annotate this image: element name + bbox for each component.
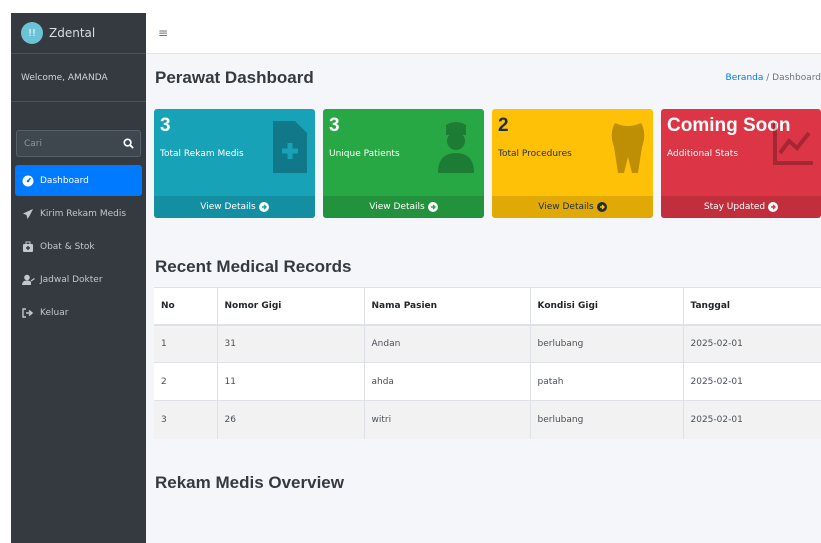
view-details-link[interactable]: View Details (492, 196, 653, 218)
table-cell: 2025-02-01 (682, 400, 821, 439)
table-cell: berlubang (529, 400, 683, 439)
stay-updated-link[interactable]: Stay Updated (661, 196, 821, 218)
sidebar-item-label: Kirim Rekam Medis (40, 208, 127, 219)
user-clock-icon (21, 274, 35, 286)
hamburger-menu-icon[interactable]: ≡ (158, 26, 168, 40)
table-cell: 2 (154, 362, 217, 401)
column-header: Kondisi Gigi (529, 287, 683, 326)
table-cell: 2025-02-01 (682, 362, 821, 401)
search-input[interactable]: Cari (24, 139, 42, 149)
records-table-wrapper: No Nomor Gigi Nama Pasien Kondisi Gigi T… (154, 287, 821, 439)
view-details-link[interactable]: View Details (323, 196, 484, 218)
column-header: Tanggal (682, 287, 821, 326)
stat-box-additional-stats: Coming Soon Additional Stats Stay Update… (661, 109, 821, 218)
table-cell: 26 (216, 400, 364, 439)
stat-box-unique-patients: 3 Unique Patients View Details (323, 109, 484, 218)
sidebar-item-keluar[interactable]: Keluar (15, 297, 142, 328)
stat-box-total-rekam-medis: 3 Total Rekam Medis View Details (154, 109, 315, 218)
overview-title: Rekam Medis Overview (155, 473, 344, 492)
footer-label: View Details (538, 202, 594, 212)
sidebar-item-label: Jadwal Dokter (40, 274, 103, 285)
breadcrumb-current: Dashboard (772, 73, 821, 83)
table-header-row: No Nomor Gigi Nama Pasien Kondisi Gigi T… (154, 287, 821, 326)
top-navbar: ≡ (146, 13, 821, 54)
view-details-link[interactable]: View Details (154, 196, 315, 218)
sidebar-item-dashboard[interactable]: Dashboard (15, 165, 142, 196)
table-cell: witri (363, 400, 530, 439)
sidebar-item-label: Dashboard (40, 175, 89, 186)
sidebar-nav: Dashboard Kirim Rekam Medis Obat & Stok … (11, 165, 146, 328)
content-header: Perawat Dashboard Beranda / Dashboard (155, 68, 821, 88)
sign-out-icon (21, 307, 35, 319)
table-cell: 2025-02-01 (682, 324, 821, 363)
table-row: 1 31 Andan berlubang 2025-02-01 (154, 324, 821, 363)
footer-label: View Details (200, 202, 256, 212)
breadcrumb: Beranda / Dashboard (726, 73, 821, 83)
brand-link[interactable]: !! Zdental (11, 13, 146, 54)
sidebar: !! Zdental Welcome, AMANDA Cari Dashboar… (11, 13, 146, 543)
chart-line-icon (773, 121, 813, 168)
records-table: No Nomor Gigi Nama Pasien Kondisi Gigi T… (154, 287, 821, 439)
user-nurse-icon (436, 121, 476, 176)
arrow-circle-right-icon (427, 202, 438, 212)
page-title: Perawat Dashboard (155, 68, 314, 87)
table-cell: ahda (363, 362, 530, 401)
column-header: No (154, 287, 217, 326)
sidebar-item-jadwal-dokter[interactable]: Jadwal Dokter (15, 264, 142, 295)
table-row: 3 26 witri berlubang 2025-02-01 (154, 400, 821, 439)
tachometer-icon (21, 175, 35, 187)
table-cell: 3 (154, 400, 217, 439)
sidebar-item-label: Keluar (40, 307, 69, 318)
medkit-icon (21, 241, 35, 253)
search-icon[interactable] (123, 138, 134, 149)
welcome-text: Welcome, AMANDA (11, 54, 146, 102)
table-row: 2 11 ahda patah 2025-02-01 (154, 362, 821, 401)
table-cell: 1 (154, 324, 217, 363)
arrow-circle-right-icon (768, 202, 779, 212)
column-header: Nomor Gigi (216, 287, 364, 326)
sidebar-item-kirim-rekam-medis[interactable]: Kirim Rekam Medis (15, 198, 142, 229)
footer-label: View Details (369, 202, 425, 212)
recent-records-title: Recent Medical Records (155, 257, 352, 276)
table-cell: Andan (363, 324, 530, 363)
sidebar-item-obat-stok[interactable]: Obat & Stok (15, 231, 142, 262)
sidebar-item-label: Obat & Stok (40, 241, 95, 252)
arrow-circle-right-icon (258, 202, 269, 212)
file-medical-icon (273, 121, 307, 176)
brand-name: Zdental (49, 26, 96, 40)
arrow-circle-right-icon (596, 202, 607, 212)
tooth-icon (611, 121, 645, 178)
table-cell: 31 (216, 324, 364, 363)
stat-box-total-procedures: 2 Total Procedures View Details (492, 109, 653, 218)
breadcrumb-home-link[interactable]: Beranda (726, 73, 764, 83)
breadcrumb-separator: / (766, 73, 770, 83)
brand-logo: !! (21, 22, 43, 44)
sidebar-search[interactable]: Cari (16, 130, 141, 157)
column-header: Nama Pasien (363, 287, 530, 326)
table-cell: 11 (216, 362, 364, 401)
table-cell: patah (529, 362, 683, 401)
footer-label: Stay Updated (703, 202, 766, 212)
main-content: Perawat Dashboard Beranda / Dashboard 3 … (146, 54, 821, 543)
paper-plane-icon (21, 208, 35, 220)
stat-boxes: 3 Total Rekam Medis View Details 3 Uniqu… (154, 109, 821, 218)
table-cell: berlubang (529, 324, 683, 363)
